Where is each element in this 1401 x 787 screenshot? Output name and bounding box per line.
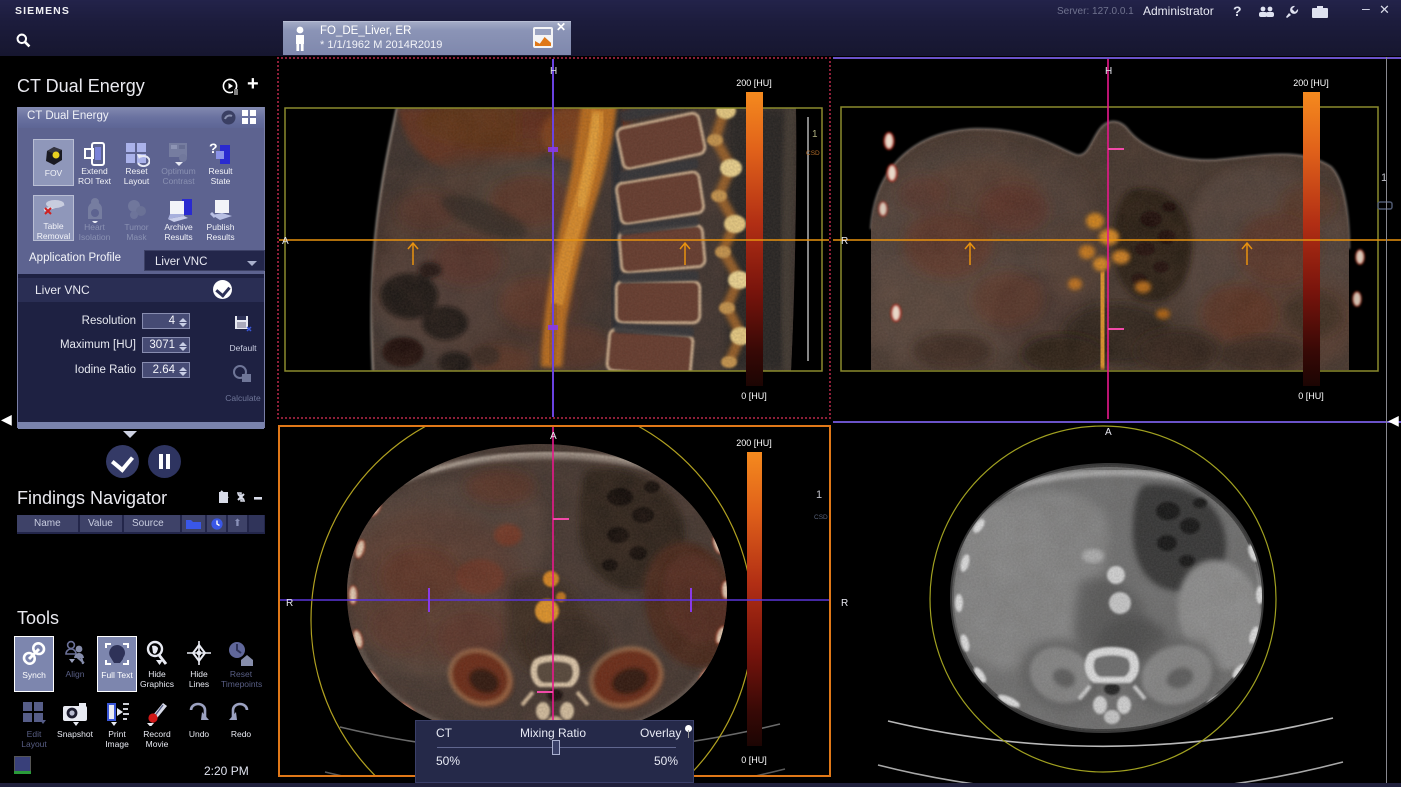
svg-text:CSD: CSD — [806, 150, 820, 157]
svg-text:H: H — [550, 66, 557, 77]
svg-text:H: H — [1105, 66, 1112, 77]
svg-text:R: R — [286, 598, 293, 609]
svg-text:1: 1 — [812, 129, 818, 140]
svg-text:0 [HU]: 0 [HU] — [741, 755, 767, 765]
svg-text:A: A — [282, 236, 289, 247]
svg-text:A: A — [550, 431, 557, 442]
svg-text:A: A — [1105, 427, 1112, 438]
svg-text:200 [HU]: 200 [HU] — [736, 438, 772, 448]
svg-text:R: R — [841, 236, 848, 247]
svg-text:200 [HU]: 200 [HU] — [736, 78, 772, 88]
svg-text:0 [HU]: 0 [HU] — [1298, 391, 1324, 401]
svg-text:CSD: CSD — [814, 514, 828, 521]
svg-text:200 [HU]: 200 [HU] — [1293, 78, 1329, 88]
svg-text:1: 1 — [816, 489, 822, 501]
svg-text:R: R — [841, 598, 848, 609]
svg-text:0 [HU]: 0 [HU] — [741, 391, 767, 401]
